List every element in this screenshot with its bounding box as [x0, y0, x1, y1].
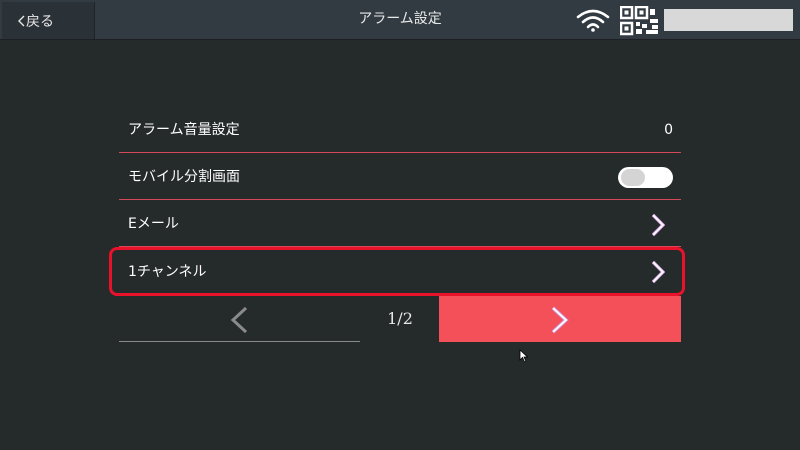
alarm-volume-value: 0 [664, 122, 673, 138]
previous-page-button[interactable] [119, 296, 360, 342]
page-indicator: 1/2 [387, 309, 413, 328]
qr-code-icon[interactable] [619, 5, 660, 40]
toggle-knob [621, 169, 645, 186]
mouse-cursor-icon [519, 348, 529, 367]
menu-item-label: アラーム音量設定 [128, 122, 240, 138]
menu-item-label: Eメール [128, 216, 179, 232]
back-button-label: 戻る [26, 13, 54, 30]
menu-item-email[interactable]: Eメール [119, 200, 681, 247]
back-button[interactable]: 戻る [2, 2, 95, 39]
page-title: アラーム設定 [358, 11, 442, 27]
top-bar: 戻る アラーム設定 [0, 0, 800, 40]
status-placeholder [664, 9, 793, 31]
mobile-split-screen-toggle[interactable] [618, 167, 673, 188]
next-page-button[interactable] [439, 296, 681, 342]
selection-highlight [109, 247, 685, 296]
chevron-right-icon [551, 306, 569, 334]
chevron-left-icon [230, 306, 248, 334]
chevron-left-icon [17, 15, 25, 31]
menu-item-alarm-volume[interactable]: アラーム音量設定 0 [119, 106, 681, 153]
wifi-icon [576, 8, 610, 36]
menu-item-label: モバイル分割画面 [128, 169, 240, 185]
menu-item-mobile-split-screen: モバイル分割画面 [119, 153, 681, 200]
chevron-right-icon [651, 213, 666, 241]
